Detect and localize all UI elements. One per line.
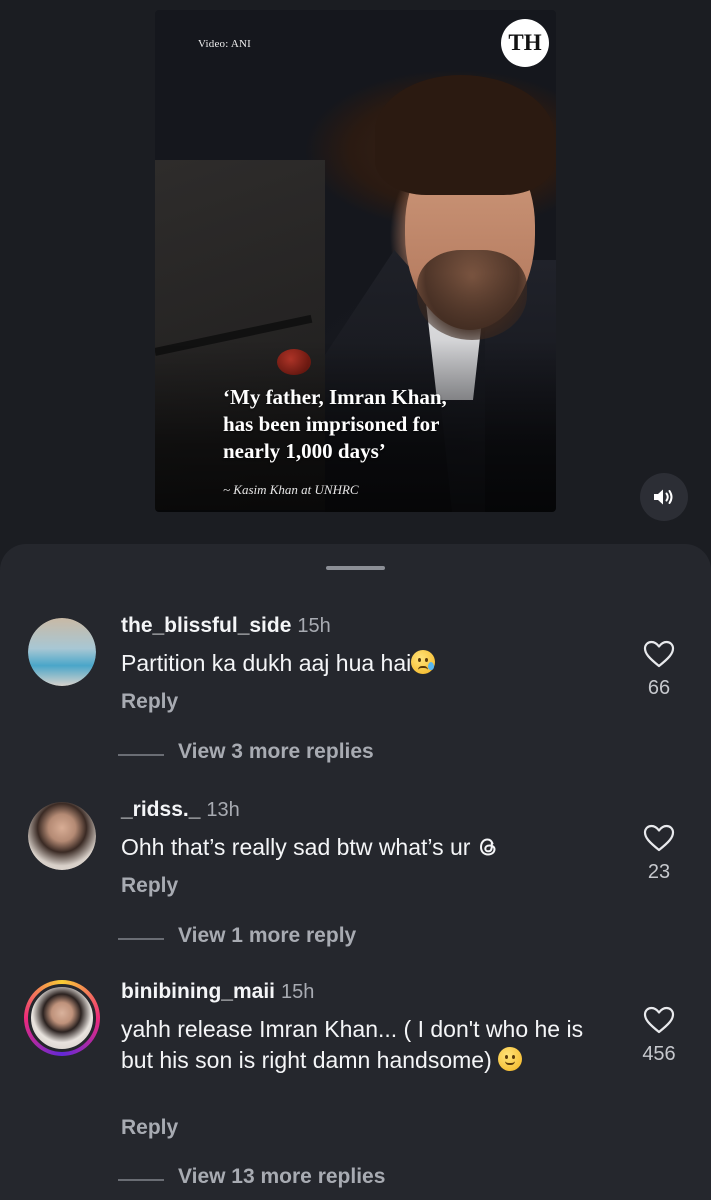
like-count: 456 [642,1043,676,1065]
thread-line [118,754,164,756]
username[interactable]: the_blissful_side [121,614,291,637]
publisher-logo[interactable]: TH [501,19,549,67]
video-quote: ‘My father, Imran Khan, has been impriso… [223,384,503,465]
view-more-replies[interactable]: View 1 more reply [0,924,711,954]
username[interactable]: binibining_maii [121,980,275,1003]
avatar-story-ring[interactable] [24,980,100,1056]
reply-button[interactable]: Reply [121,874,178,898]
like-button[interactable]: 66 [638,640,680,700]
comment-text: yahh release Imran Khan... ( I don't who… [121,1014,611,1076]
comment-meta: the_blissful_side 15h [121,614,331,638]
slight-smile-face-icon [498,1047,523,1071]
speaker-hair [375,75,555,195]
like-count: 23 [647,861,671,883]
sad-tear-face-icon [411,650,436,674]
reply-button[interactable]: Reply [121,1116,178,1140]
speaker-icon [654,489,673,505]
thread-line [118,1179,164,1181]
comments-sheet: the_blissful_side 15h Partition ka dukh a… [0,544,711,1200]
username[interactable]: _ridss._ [121,798,200,821]
comment-body: Ohh that’s really sad btw what’s ur [121,834,471,860]
quote-line: has been imprisoned for [223,412,440,436]
comment-text: Partition ka dukh aaj hua hai [121,648,591,679]
video-area: Video: ANI TH ‘My father, Imran Khan, ha… [0,0,711,545]
view-more-replies[interactable]: View 3 more replies [0,740,711,770]
view-replies-label[interactable]: View 3 more replies [178,740,374,764]
comment-meta: binibining_maii 15h [121,980,314,1004]
sound-toggle-button[interactable] [640,473,688,521]
sheet-drag-handle[interactable] [326,566,385,570]
video-player[interactable]: Video: ANI TH ‘My father, Imran Khan, ha… [155,10,556,512]
avatar[interactable] [28,802,96,870]
timestamp: 15h [281,981,315,1003]
video-credit: Video: ANI [198,38,251,50]
timestamp: 15h [297,615,331,637]
quote-attribution: ~ Kasim Khan at UNHRC [223,482,359,497]
quote-line: nearly 1,000 days’ [223,439,386,463]
reply-button[interactable]: Reply [121,690,178,714]
comment-body: Partition ka dukh aaj hua hai [121,650,412,676]
threads-icon [479,838,496,856]
like-button[interactable]: 23 [638,824,680,884]
timestamp: 13h [206,799,240,821]
comment-meta: _ridss._ 13h [121,798,240,822]
view-replies-label[interactable]: View 13 more replies [178,1165,385,1189]
view-replies-label[interactable]: View 1 more reply [178,924,356,948]
view-more-replies[interactable]: View 13 more replies [0,1165,711,1195]
heart-icon [643,1006,675,1034]
heart-icon [643,824,675,852]
quote-line: ‘My father, Imran Khan, [223,385,447,409]
thread-line [118,938,164,940]
avatar[interactable] [28,618,96,686]
comment-text: Ohh that’s really sad btw what’s ur [121,832,591,863]
like-button[interactable]: 456 [636,1006,682,1066]
heart-icon [643,640,675,668]
like-count: 66 [647,677,671,699]
speaker-beard [417,250,527,340]
